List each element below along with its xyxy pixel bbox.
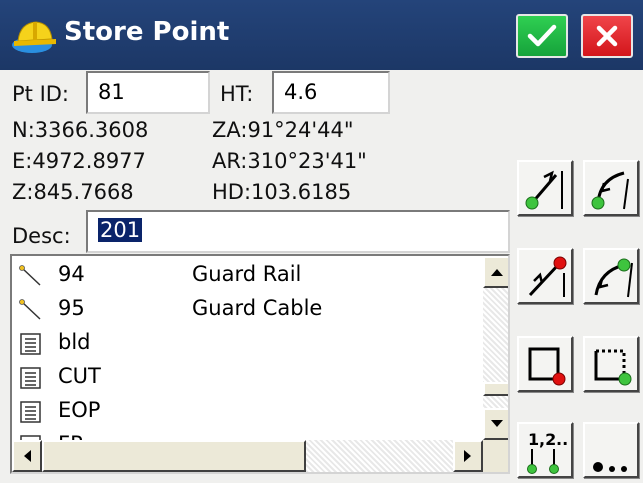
horizontal-distance-value: HD:103.6185: [212, 180, 352, 204]
document-icon: [20, 401, 41, 423]
pt-id-field[interactable]: 81: [86, 71, 210, 114]
svg-text:1: 1: [528, 430, 539, 449]
list-item[interactable]: EOP: [12, 394, 472, 428]
close-rectangle-button[interactable]: [517, 336, 573, 392]
close-rectangle-icon: [528, 347, 566, 386]
list-item-desc: Guard Rail: [192, 262, 302, 286]
vertical-scroll-thumb[interactable]: [483, 382, 508, 396]
northing-value: N:3366.3608: [12, 118, 149, 142]
pt-id-label: Pt ID:: [12, 82, 70, 106]
scroll-right-button[interactable]: [453, 440, 483, 472]
arrow-left-icon: [24, 450, 31, 462]
line-icon: [19, 299, 41, 320]
angle-right-value: AR:310°23'41": [212, 149, 367, 173]
arrow-up-icon: [490, 269, 503, 276]
checkmark-icon: [527, 24, 557, 47]
list-item-name: 95: [58, 296, 85, 320]
document-icon: [20, 367, 41, 389]
hardhat-app-icon: [12, 21, 56, 53]
numbered-points-button[interactable]: 1 ,2 ..: [517, 422, 573, 478]
title-bar: Store Point: [0, 0, 643, 70]
elevation-value: Z:845.7668: [12, 180, 134, 204]
line-start-icon: [525, 170, 563, 210]
horizontal-scrollbar[interactable]: [12, 440, 483, 472]
arc-start-icon: [591, 171, 629, 210]
list-item[interactable]: 95 Guard Cable: [12, 292, 472, 326]
scroll-up-button[interactable]: [483, 256, 508, 288]
start-line-button[interactable]: [517, 160, 573, 216]
numbered-points-icon: 1 ,2 ..: [527, 430, 568, 474]
scrollbar-corner: [483, 440, 508, 472]
close-icon: [596, 25, 618, 47]
arrow-right-icon: [464, 450, 471, 462]
list-item-name: bld: [58, 330, 91, 354]
more-points-icon: [593, 462, 627, 472]
vertical-scrollbar[interactable]: [483, 256, 508, 440]
scroll-left-button[interactable]: [12, 440, 42, 472]
close-rectangle-dashed-button[interactable]: [583, 336, 639, 392]
horizontal-scroll-thumb[interactable]: [42, 440, 306, 472]
easting-value: E:4972.8977: [12, 149, 146, 173]
more-points-button[interactable]: [583, 422, 639, 478]
description-list[interactable]: 94 Guard Rail 95 Guard Cable bld CUT EOP: [10, 254, 510, 474]
end-arc-button[interactable]: [583, 248, 639, 304]
svg-text:..: ..: [556, 430, 568, 449]
list-item-name: 94: [58, 262, 85, 286]
list-item[interactable]: CUT: [12, 360, 472, 394]
desc-field[interactable]: 201: [86, 210, 510, 253]
list-item[interactable]: 94 Guard Rail: [12, 258, 472, 292]
document-icon: [20, 333, 41, 355]
line-end-icon: [528, 256, 567, 297]
ok-button[interactable]: [516, 14, 568, 58]
scroll-down-button[interactable]: [483, 408, 508, 440]
list-item-desc: Guard Cable: [192, 296, 323, 320]
desc-label: Desc:: [12, 224, 71, 248]
zenith-angle-value: ZA:91°24'44": [212, 118, 354, 142]
ht-label: HT:: [220, 82, 254, 106]
svg-text:,2: ,2: [539, 430, 556, 449]
end-line-button[interactable]: [517, 248, 573, 304]
list-item-name: CUT: [58, 364, 101, 388]
ht-field[interactable]: 4.6: [272, 71, 390, 114]
window-title: Store Point: [64, 17, 230, 47]
arrow-down-icon: [490, 420, 503, 427]
cancel-button[interactable]: [581, 14, 633, 58]
desc-selected-text: 201: [98, 218, 143, 242]
arc-end-icon: [594, 258, 633, 298]
list-item[interactable]: bld: [12, 326, 472, 360]
line-icon: [19, 265, 41, 286]
list-item-name: EOP: [58, 398, 101, 422]
close-rectangle-dashed-icon: [594, 349, 632, 386]
start-arc-button[interactable]: [583, 160, 639, 216]
